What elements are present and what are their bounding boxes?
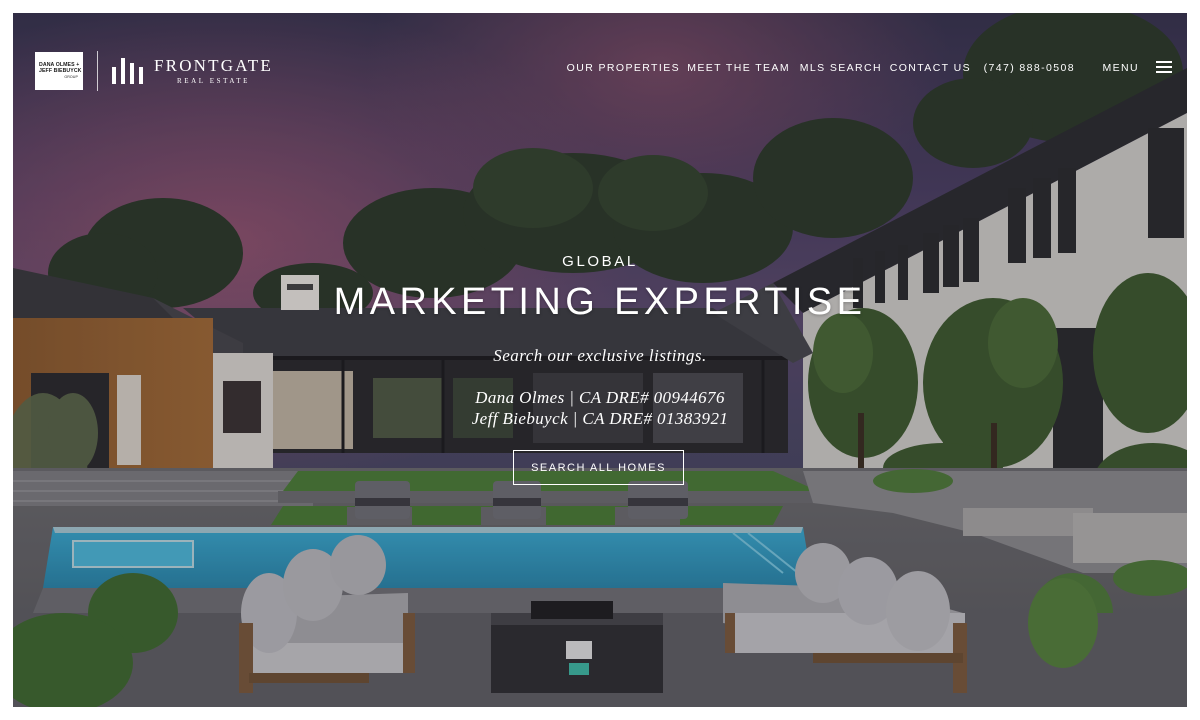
logo-divider — [97, 51, 98, 91]
nav-our-properties[interactable]: OUR PROPERTIES — [567, 62, 680, 74]
hero-title: MARKETING EXPERTISE — [333, 281, 867, 323]
badge-line-3: GROUP — [64, 75, 78, 79]
frontgate-bars-icon — [112, 58, 143, 84]
hero-section: DANA OLMES + JEFF BIEBUYCK GROUP FRONTGA… — [13, 13, 1187, 707]
agent-license-jeff: Jeff Biebuyck | CA DRE# 01383921 — [471, 409, 729, 428]
search-all-homes-button[interactable]: SEARCH ALL HOMES — [513, 450, 684, 485]
hero-tagline: Search our exclusive listings. — [493, 346, 707, 365]
hero-kicker: GLOBAL — [562, 253, 638, 270]
team-badge-logo: DANA OLMES + JEFF BIEBUYCK GROUP — [35, 52, 83, 90]
nav-contact-us[interactable]: CONTACT US — [890, 62, 971, 74]
nav-menu-label[interactable]: MENU — [1102, 62, 1139, 74]
agent-license-dana: Dana Olmes | CA DRE# 00944676 — [475, 388, 725, 407]
nav-meet-the-team[interactable]: MEET THE TEAM — [687, 62, 790, 74]
brand-name: FRONTGATE — [154, 56, 273, 75]
nav-mls-search[interactable]: MLS SEARCH — [800, 62, 882, 74]
hamburger-icon[interactable] — [1156, 61, 1172, 73]
brand-subtitle: REAL ESTATE — [176, 77, 251, 85]
nav-phone-link[interactable]: (747) 888-0508 — [984, 62, 1075, 74]
logo-group[interactable]: DANA OLMES + JEFF BIEBUYCK GROUP FRONTGA… — [35, 51, 273, 91]
frontgate-wordmark: FRONTGATE REAL ESTATE — [154, 56, 273, 86]
